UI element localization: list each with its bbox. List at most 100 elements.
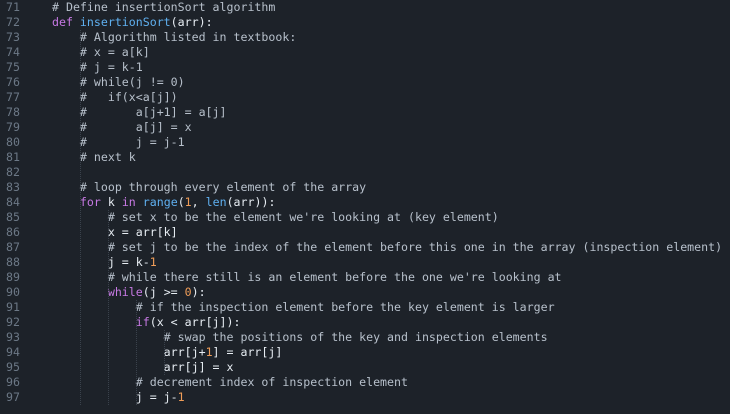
code-comment: # set j to be the index of the element b… (52, 240, 723, 254)
line-number: 71 (6, 0, 20, 14)
line-number: 92 (6, 315, 20, 329)
code-line: def insertionSort(arr): (52, 15, 213, 30)
code-line: # swap the positions of the key and insp… (52, 330, 548, 345)
code-comment: # Algorithm listed in textbook: (52, 30, 297, 44)
code-line: # a[j] = x (52, 120, 192, 135)
code-line: # next k (52, 150, 136, 165)
code-line: # j = j-1 (52, 135, 185, 150)
code-line: # if the inspection element before the k… (52, 300, 555, 315)
line-number: 74 (6, 45, 20, 59)
code-function: len (205, 195, 227, 209)
code-line: for k in range(1, len(arr)): (52, 195, 276, 210)
line-number: 73 (6, 30, 20, 44)
code-keyword: for (79, 195, 101, 209)
code-line: # Define insertionSort algorithm (52, 0, 275, 15)
code-area[interactable]: # Define insertionSort algorithm def inse… (52, 0, 730, 414)
code-comment: # if(x<a[j]) (52, 90, 178, 104)
line-number: 86 (6, 225, 20, 239)
code-line: # decrement index of inspection element (52, 375, 408, 390)
line-number: 97 (6, 390, 20, 404)
indent-guide (108, 210, 109, 405)
code-line: # Algorithm listed in textbook: (52, 30, 296, 45)
code-comment: # if the inspection element before the k… (52, 300, 555, 314)
code-number: 1 (184, 195, 192, 209)
code-comment: # swap the positions of the key and insp… (52, 330, 548, 344)
line-number: 76 (6, 75, 20, 89)
code-comment: # a[j] = x (52, 120, 192, 134)
line-number: 89 (6, 270, 20, 284)
line-number: 79 (6, 120, 20, 134)
line-number: 91 (6, 300, 20, 314)
code-comment: # while there still is an element before… (52, 270, 562, 284)
code-text: , (191, 195, 206, 209)
code-comment: # x = a[k] (52, 45, 150, 59)
vertical-scrollbar[interactable] (724, 0, 730, 414)
code-text: k (100, 195, 122, 209)
line-number: 88 (6, 255, 20, 269)
code-line: # set j to be the index of the element b… (52, 240, 722, 255)
code-line: # loop through every element of the arra… (52, 180, 366, 195)
indent-guide (136, 300, 137, 405)
line-number: 81 (6, 150, 20, 164)
code-keyword: in (121, 195, 136, 209)
code-line: # j = k-1 (52, 60, 143, 75)
code-text: (arr): (170, 15, 213, 29)
code-line: # if(x<a[j]) (52, 90, 178, 105)
code-comment: # Define insertionSort algorithm (52, 0, 276, 14)
line-number: 75 (6, 60, 20, 74)
line-number: 82 (6, 165, 20, 179)
code-text: (x < arr[j]): (149, 315, 241, 329)
code-line: arr[j+1] = arr[j] (52, 345, 283, 360)
code-line: while(j >= 0): (52, 285, 206, 300)
code-keyword: while (107, 285, 143, 299)
code-text: (arr)): (226, 195, 276, 209)
line-number: 85 (6, 210, 20, 224)
code-comment: # while(j != 0) (52, 75, 185, 89)
code-line: j = k-1 (52, 255, 157, 270)
code-editor[interactable]: 71 72 73 74 75 76 77 78 79 80 81 82 83 84 85 86 87 88 89 90… (0, 0, 730, 414)
code-comment: # loop through every element of the arra… (52, 180, 367, 194)
code-keyword: if (135, 315, 150, 329)
code-line: j = j-1 (52, 390, 185, 405)
code-comment: # a[j+1] = a[j] (52, 105, 227, 119)
code-function: insertionSort (79, 15, 171, 29)
code-text: ] = arr[j] (212, 345, 283, 359)
code-text: j = k- (52, 255, 150, 269)
code-line: x = arr[k] (52, 225, 178, 240)
line-number: 80 (6, 135, 20, 149)
code-line: # set x to be the element we're looking … (52, 210, 499, 225)
code-number: 1 (177, 390, 185, 404)
code-line: # while there still is an element before… (52, 270, 562, 285)
code-text: j = j- (52, 390, 178, 404)
line-number: 72 (6, 15, 20, 29)
code-comment: # j = j-1 (52, 135, 185, 149)
line-number: 78 (6, 105, 20, 119)
line-number-gutter: 71 72 73 74 75 76 77 78 79 80 81 82 83 84 85 86 87 88 89 90… (0, 0, 44, 414)
line-number: 95 (6, 360, 20, 374)
code-comment: # j = k-1 (52, 60, 143, 74)
line-number: 84 (6, 195, 20, 209)
code-function: range (142, 195, 178, 209)
code-number: 1 (205, 345, 213, 359)
code-number: 0 (184, 285, 192, 299)
code-text: arr[j+ (52, 345, 206, 359)
line-number: 83 (6, 180, 20, 194)
code-text: x = arr[k] (52, 225, 178, 239)
code-line: # while(j != 0) (52, 75, 185, 90)
line-number: 87 (6, 240, 20, 254)
code-comment: # decrement index of inspection element (52, 375, 408, 389)
code-keyword: def (52, 15, 80, 29)
code-text: (j >= (142, 285, 185, 299)
line-number: 77 (6, 90, 20, 104)
line-number: 93 (6, 330, 20, 344)
indent-guide (164, 330, 165, 375)
code-number: 1 (149, 255, 157, 269)
code-comment: # next k (52, 150, 136, 164)
code-line: # a[j+1] = a[j] (52, 105, 227, 120)
line-number: 90 (6, 285, 20, 299)
code-text: ( (177, 195, 185, 209)
line-number: 94 (6, 345, 20, 359)
indent-guide (80, 30, 81, 405)
